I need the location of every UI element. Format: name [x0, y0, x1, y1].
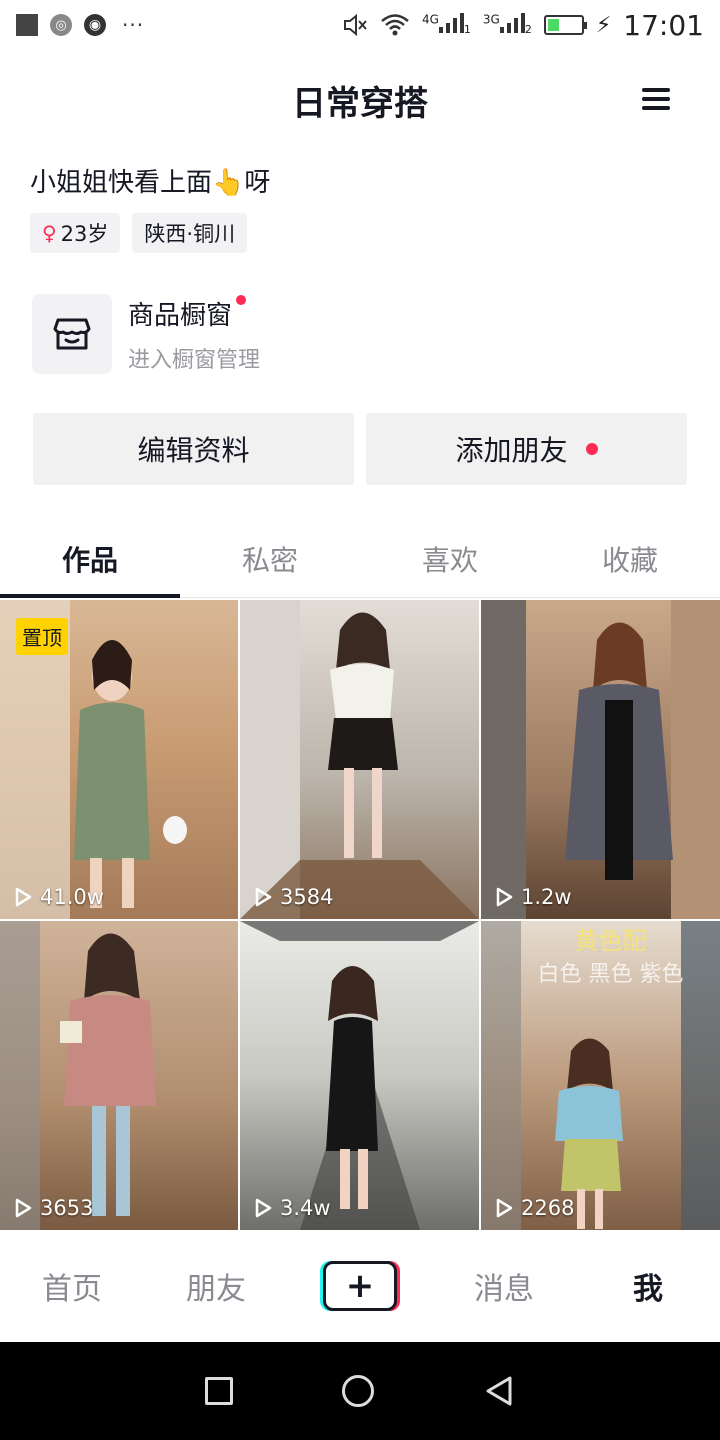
video-thumbnail-image — [0, 921, 156, 1230]
nav-friends[interactable]: 朋友 — [144, 1264, 288, 1308]
system-navigation-bar — [0, 1342, 720, 1440]
status-left-icons: ◎ ◉ ··· — [16, 13, 144, 37]
play-count: 3.4w — [252, 1196, 331, 1220]
wifi-icon — [381, 14, 409, 36]
recent-apps-icon[interactable] — [204, 1377, 233, 1405]
play-count: 2268 — [493, 1196, 574, 1220]
profile-bio: 小姐姐快看上面👆呀 — [30, 168, 271, 198]
nav-home[interactable]: 首页 — [0, 1264, 144, 1308]
signal-1-icon — [438, 11, 464, 33]
play-count-value: 3.4w — [280, 1196, 331, 1220]
status-time: 17:01 — [623, 8, 704, 42]
sim2-label: 2 — [524, 23, 532, 36]
mute-icon — [343, 13, 367, 37]
video-thumbnail-image — [240, 921, 479, 1230]
shop-window-entry[interactable]: 商品橱窗 进入橱窗管理 — [32, 293, 692, 375]
profile-tabs: 作品 私密 喜欢 收藏 — [0, 520, 720, 598]
tab-likes[interactable]: 喜欢 — [360, 520, 540, 597]
back-icon[interactable] — [483, 1374, 515, 1408]
video-thumbnail-image — [240, 600, 479, 919]
video-thumbnail[interactable]: 3584 — [240, 600, 479, 919]
add-friend-button[interactable]: 添加朋友 — [366, 413, 687, 485]
video-thumbnail[interactable]: 1.2w — [481, 600, 720, 919]
shop-window-title-label: 商品橱窗 — [128, 300, 233, 331]
hamburger-menu-icon[interactable] — [642, 88, 670, 110]
play-count-value: 3653 — [40, 1196, 94, 1220]
title-bar: 日常穿搭 — [0, 50, 720, 150]
play-count: 3584 — [252, 885, 333, 909]
plus-icon: + — [345, 1266, 375, 1306]
sim1-network: 4G 1 — [422, 10, 471, 40]
tab-favorites[interactable]: 收藏 — [540, 520, 720, 597]
profile-actions: 编辑资料 添加朋友 — [33, 413, 687, 485]
play-count: 1.2w — [493, 885, 572, 909]
profile-tags: ♀ 23岁 陕西·铜川 — [30, 213, 248, 253]
home-icon[interactable] — [341, 1375, 374, 1407]
play-icon — [496, 887, 513, 907]
play-icon — [15, 887, 32, 907]
video-thumbnail-image — [481, 600, 720, 919]
play-count-value: 41.0w — [40, 885, 104, 909]
video-thumbnail[interactable]: 3653 — [0, 921, 238, 1230]
shop-window-title: 商品橱窗 — [128, 294, 247, 332]
video-grid: 置顶 41.0w 3584 1.2w 3653 3.4w 黄色配 白色 黑色 紫… — [0, 600, 720, 1230]
play-count-value: 2268 — [521, 1196, 575, 1220]
age-tag-label: 23岁 — [60, 222, 109, 246]
location-tag-label: 陕西·铜川 — [144, 222, 236, 246]
shop-window-subtitle: 进入橱窗管理 — [128, 347, 261, 373]
status-right-icons: 4G 1 3G 2 ⚡ 17:01 — [342, 9, 704, 42]
search-notification-icon: ◎ — [50, 14, 72, 36]
play-icon — [255, 1198, 272, 1218]
nav-create[interactable]: + — [288, 1261, 432, 1311]
play-count-value: 1.2w — [521, 885, 572, 909]
video-overlay-caption: 黄色配 白色 黑色 紫色 — [501, 921, 720, 988]
notification-dot — [585, 443, 598, 455]
play-icon — [496, 1198, 513, 1218]
storefront-icon — [32, 294, 112, 374]
status-bar: ◎ ◉ ··· 4G 1 3G 2 ⚡ 17:01 — [0, 0, 720, 50]
globe-icon: ◉ — [84, 14, 106, 36]
overlay-caption-line1: 黄色配 — [574, 927, 647, 955]
nav-messages[interactable]: 消息 — [432, 1264, 576, 1308]
sim1-label: 1 — [463, 23, 471, 36]
tab-works[interactable]: 作品 — [0, 520, 180, 598]
sim2-network-type: 3G — [482, 12, 500, 27]
page-title: 日常穿搭 — [292, 83, 428, 124]
charging-icon: ⚡ — [595, 12, 612, 38]
overlay-caption-line2: 白色 黑色 紫色 — [537, 962, 684, 987]
nav-me[interactable]: 我 — [576, 1264, 720, 1308]
create-plus-button[interactable]: + — [323, 1261, 397, 1311]
tab-private[interactable]: 私密 — [180, 520, 360, 597]
edit-profile-label: 编辑资料 — [137, 435, 250, 466]
play-count-value: 3584 — [280, 885, 334, 909]
female-icon: ♀ — [42, 221, 57, 245]
add-friend-label: 添加朋友 — [455, 435, 568, 466]
sim2-network: 3G 2 — [483, 10, 532, 40]
notification-square-icon — [16, 14, 38, 36]
shop-window-text: 商品橱窗 进入橱窗管理 — [128, 294, 261, 374]
location-tag: 陕西·铜川 — [132, 213, 248, 253]
age-tag: ♀ 23岁 — [30, 213, 121, 253]
play-icon — [255, 887, 272, 907]
signal-2-icon — [499, 11, 525, 33]
more-notifications-icon: ··· — [122, 13, 145, 37]
battery-icon — [543, 15, 587, 35]
video-thumbnail[interactable]: 3.4w — [240, 921, 479, 1230]
pinned-badge: 置顶 — [16, 618, 68, 655]
edit-profile-button[interactable]: 编辑资料 — [33, 413, 354, 485]
play-icon — [15, 1198, 32, 1218]
play-count: 41.0w — [12, 885, 104, 909]
sim1-network-type: 4G — [421, 12, 439, 27]
video-thumbnail[interactable]: 黄色配 白色 黑色 紫色 2268 — [481, 921, 720, 1230]
play-count: 3653 — [12, 1196, 93, 1220]
video-thumbnail[interactable]: 置顶 41.0w — [0, 600, 238, 919]
bottom-nav: 首页 朋友 + 消息 我 — [0, 1230, 720, 1342]
notification-dot — [236, 294, 247, 305]
